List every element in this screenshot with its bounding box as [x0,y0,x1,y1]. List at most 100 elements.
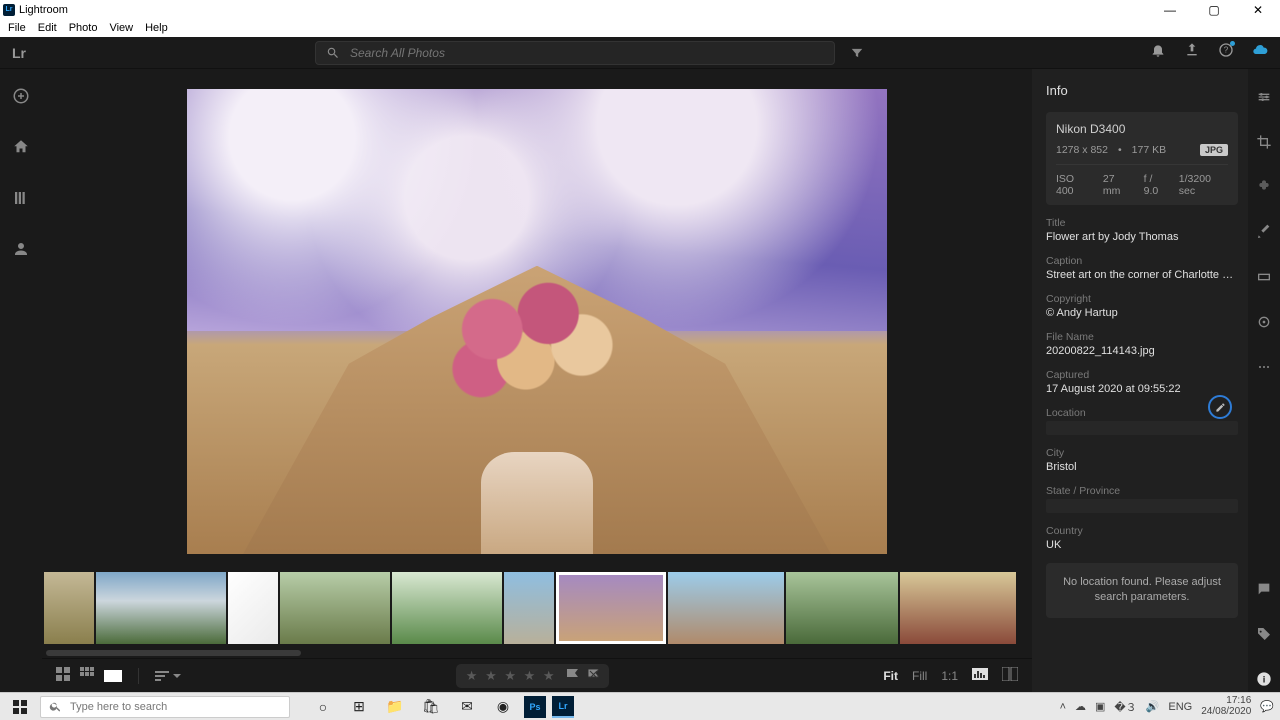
filmstrip-thumb[interactable] [668,572,784,644]
filmstrip-thumb[interactable] [44,572,94,644]
sharing-icon[interactable] [12,240,30,263]
radial-gradient-icon[interactable] [1256,314,1272,335]
task-cortana-icon[interactable]: ○ [308,696,338,718]
title-value[interactable]: Flower art by Jody Thomas [1046,231,1238,243]
window-minimize-button[interactable]: — [1148,0,1192,19]
histogram-icon[interactable] [972,668,988,683]
filmstrip-thumb[interactable] [786,572,898,644]
tray-onedrive-icon[interactable]: ☁ [1075,700,1086,713]
menu-file[interactable]: File [2,22,32,34]
copyright-value[interactable]: © Andy Hartup [1046,307,1238,319]
lightroom-app: Lr ? [0,37,1280,692]
tray-chevron-icon[interactable]: ˄ [1060,701,1066,713]
notifications-icon[interactable] [1150,42,1166,63]
app-menubar: File Edit Photo View Help [0,19,1280,37]
filmstrip-scrollbar[interactable] [42,648,1032,658]
country-label: Country [1046,525,1238,537]
task-store-icon[interactable]: 🛍 [416,696,446,718]
zoom-1to1[interactable]: 1:1 [941,669,958,683]
task-explorer-icon[interactable]: 📁 [380,696,410,718]
svg-text:i: i [1263,674,1266,684]
share-icon[interactable] [1184,42,1200,63]
my-photos-icon[interactable] [12,189,30,212]
app-toolbar: Lr ? [0,37,1280,69]
menu-photo[interactable]: Photo [63,22,104,34]
zoom-fill[interactable]: Fill [912,669,927,683]
task-mail-icon[interactable]: ✉ [452,696,482,718]
start-button[interactable] [0,700,40,714]
lightroom-app-icon: Lr [3,4,15,16]
info-heading: Info [1046,83,1238,98]
edit-capture-time-button[interactable] [1208,395,1232,419]
taskbar-search[interactable]: Type here to search [40,696,290,718]
task-photoshop-icon[interactable]: Ps [524,696,546,718]
help-icon[interactable]: ? [1218,42,1234,63]
menu-edit[interactable]: Edit [32,22,63,34]
iso-value: ISO 400 [1056,173,1093,197]
caption-label: Caption [1046,255,1238,267]
right-toolbar: i [1248,69,1280,692]
filmstrip-thumb[interactable] [900,572,1016,644]
home-icon[interactable] [12,138,30,161]
filmstrip[interactable] [42,570,1032,648]
add-photos-icon[interactable] [12,87,30,110]
tray-wifi-icon[interactable]: �３ [1114,699,1136,715]
window-maximize-button[interactable]: ▢ [1192,0,1236,19]
tray-volume-icon[interactable]: 🔊 [1146,700,1160,713]
tray-language[interactable]: ENG [1168,701,1192,713]
search-box[interactable] [315,41,835,65]
country-value[interactable]: UK [1046,539,1238,551]
filter-button[interactable] [847,46,867,60]
flag-pick-icon[interactable] [567,669,578,682]
filmstrip-thumb[interactable] [228,572,278,644]
grid-view-icon[interactable] [56,667,70,684]
task-taskview-icon[interactable]: ⊞ [344,696,374,718]
info-icon[interactable]: i [1256,671,1272,692]
city-label: City [1046,447,1238,459]
healing-icon[interactable] [1256,179,1272,200]
edit-icon[interactable] [1256,89,1272,110]
dimensions: 1278 x 852 [1056,144,1108,156]
sort-button[interactable] [155,670,181,682]
copyright-label: Copyright [1046,293,1238,305]
file-size: 177 KB [1132,144,1166,156]
brush-icon[interactable] [1256,224,1272,245]
tray-camera-icon[interactable]: ▣ [1095,700,1105,713]
window-close-button[interactable]: ✕ [1236,0,1280,19]
zoom-fit[interactable]: Fit [883,669,898,683]
task-chrome-icon[interactable]: ◉ [488,696,518,718]
city-value[interactable]: Bristol [1046,461,1238,473]
filmstrip-thumb[interactable] [96,572,226,644]
location-value[interactable] [1046,421,1238,435]
filmstrip-thumb[interactable] [392,572,502,644]
linear-gradient-icon[interactable] [1256,269,1272,290]
detail-view-icon[interactable] [104,670,122,682]
more-icon[interactable] [1256,359,1272,380]
task-lightroom-icon[interactable]: Lr [552,696,574,718]
camera-model: Nikon D3400 [1056,122,1228,136]
compare-view-icon[interactable] [80,667,94,684]
crop-icon[interactable] [1256,134,1272,155]
caption-value[interactable]: Street art on the corner of Charlotte St… [1046,269,1238,281]
before-after-icon[interactable] [1002,667,1018,684]
flag-reject-icon[interactable] [588,669,599,682]
menu-help[interactable]: Help [139,22,174,34]
cloud-sync-icon[interactable] [1252,42,1268,63]
location-note: No location found. Please adjust search … [1046,563,1238,618]
search-icon [326,46,340,60]
filmstrip-thumb[interactable] [280,572,390,644]
filmstrip-thumb[interactable] [504,572,554,644]
tray-clock[interactable]: 17:16 24/08/2020 [1201,696,1251,717]
search-input[interactable] [350,46,824,60]
bottom-toolbar: ★ ★ ★ ★ ★ Fit Fill 1:1 [42,658,1032,692]
filename-label: File Name [1046,331,1238,343]
filmstrip-thumb[interactable] [556,572,666,644]
keywords-icon[interactable] [1256,626,1272,647]
comments-icon[interactable] [1256,581,1272,602]
menu-view[interactable]: View [103,22,139,34]
tray-notifications-icon[interactable]: 💬 [1260,700,1274,713]
photo-viewer[interactable] [42,69,1032,570]
rating-stars[interactable]: ★ ★ ★ ★ ★ [466,668,557,684]
focal-length: 27 mm [1103,173,1134,197]
state-value[interactable] [1046,499,1238,513]
